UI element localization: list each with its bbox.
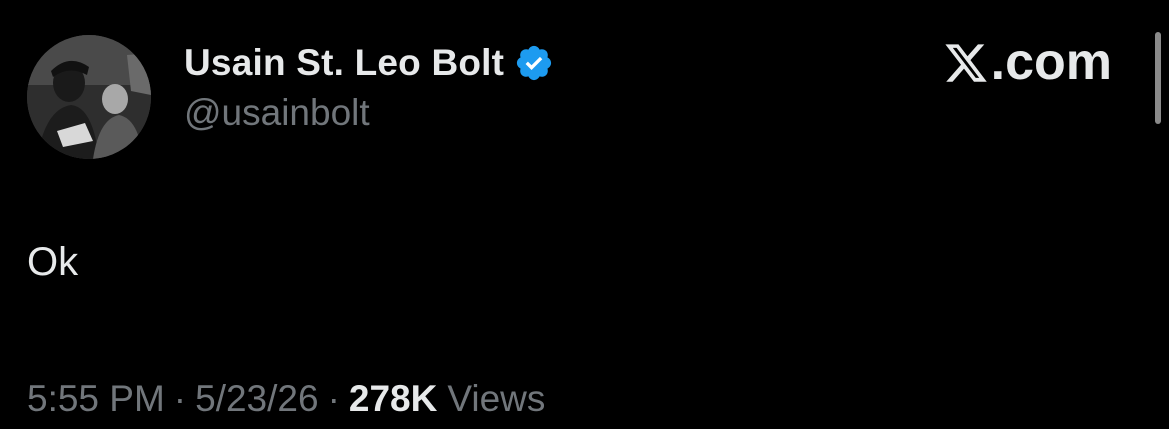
author-handle[interactable]: @usainbolt: [184, 92, 370, 134]
author-row: Usain St. Leo Bolt: [184, 38, 554, 88]
meta-separator: ·: [173, 378, 187, 419]
avatar-photo: [27, 35, 151, 159]
tweet-text: Ok: [27, 240, 79, 284]
display-name[interactable]: Usain St. Leo Bolt: [184, 42, 504, 84]
scrollbar[interactable]: [1155, 32, 1161, 124]
views-label: Views: [447, 378, 546, 419]
brand-domain-label: .com: [990, 33, 1112, 91]
views-count: 278K: [348, 378, 438, 419]
meta-separator: ·: [327, 378, 340, 419]
tweet-date[interactable]: 5/23/26: [195, 378, 318, 420]
verified-badge-icon[interactable]: [514, 43, 554, 83]
brand-link[interactable]: .com: [943, 32, 1112, 92]
tweet-time[interactable]: 5:55 PM: [27, 378, 165, 420]
tweet-meta: 5:55 PM · 5/23/26 · 278K Views: [27, 378, 545, 420]
avatar[interactable]: [27, 35, 151, 159]
x-logo-icon: [943, 39, 989, 85]
